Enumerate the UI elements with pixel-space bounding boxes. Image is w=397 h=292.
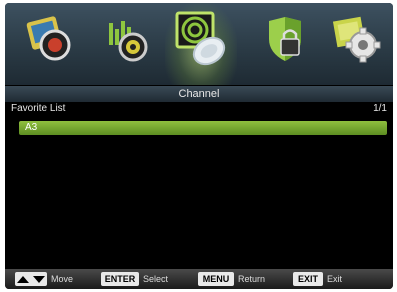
return-hint: Return [238, 274, 266, 284]
up-arrow-icon [16, 276, 29, 284]
page-indicator: 1/1 [373, 103, 387, 114]
channel-icon[interactable] [173, 9, 231, 69]
channel-name: A3 [25, 122, 38, 133]
exit-key: EXIT [293, 272, 323, 286]
move-hint: Move [51, 274, 74, 284]
lock-icon[interactable] [259, 13, 311, 65]
menu-title: Channel [178, 88, 220, 100]
list-item[interactable]: A3 [19, 121, 387, 135]
down-arrow-icon [33, 276, 46, 284]
exit-hint: Exit [327, 274, 343, 284]
footer-hints: Move ENTER Select MENU Return EXIT Exit [5, 269, 393, 289]
list-title: Favorite List [11, 103, 66, 114]
up-down-key [15, 272, 47, 286]
picture-icon[interactable] [25, 13, 77, 65]
tv-osd-screen: Channel Favorite List 1/1 A3 Move ENTER … [5, 3, 393, 289]
menu-tab-bar [5, 3, 393, 85]
list-header: Favorite List 1/1 [5, 102, 393, 118]
menu-key: MENU [198, 272, 234, 286]
sound-icon[interactable] [101, 13, 153, 65]
enter-key: ENTER [101, 272, 139, 286]
select-hint: Select [143, 274, 169, 284]
settings-icon[interactable] [331, 13, 383, 65]
